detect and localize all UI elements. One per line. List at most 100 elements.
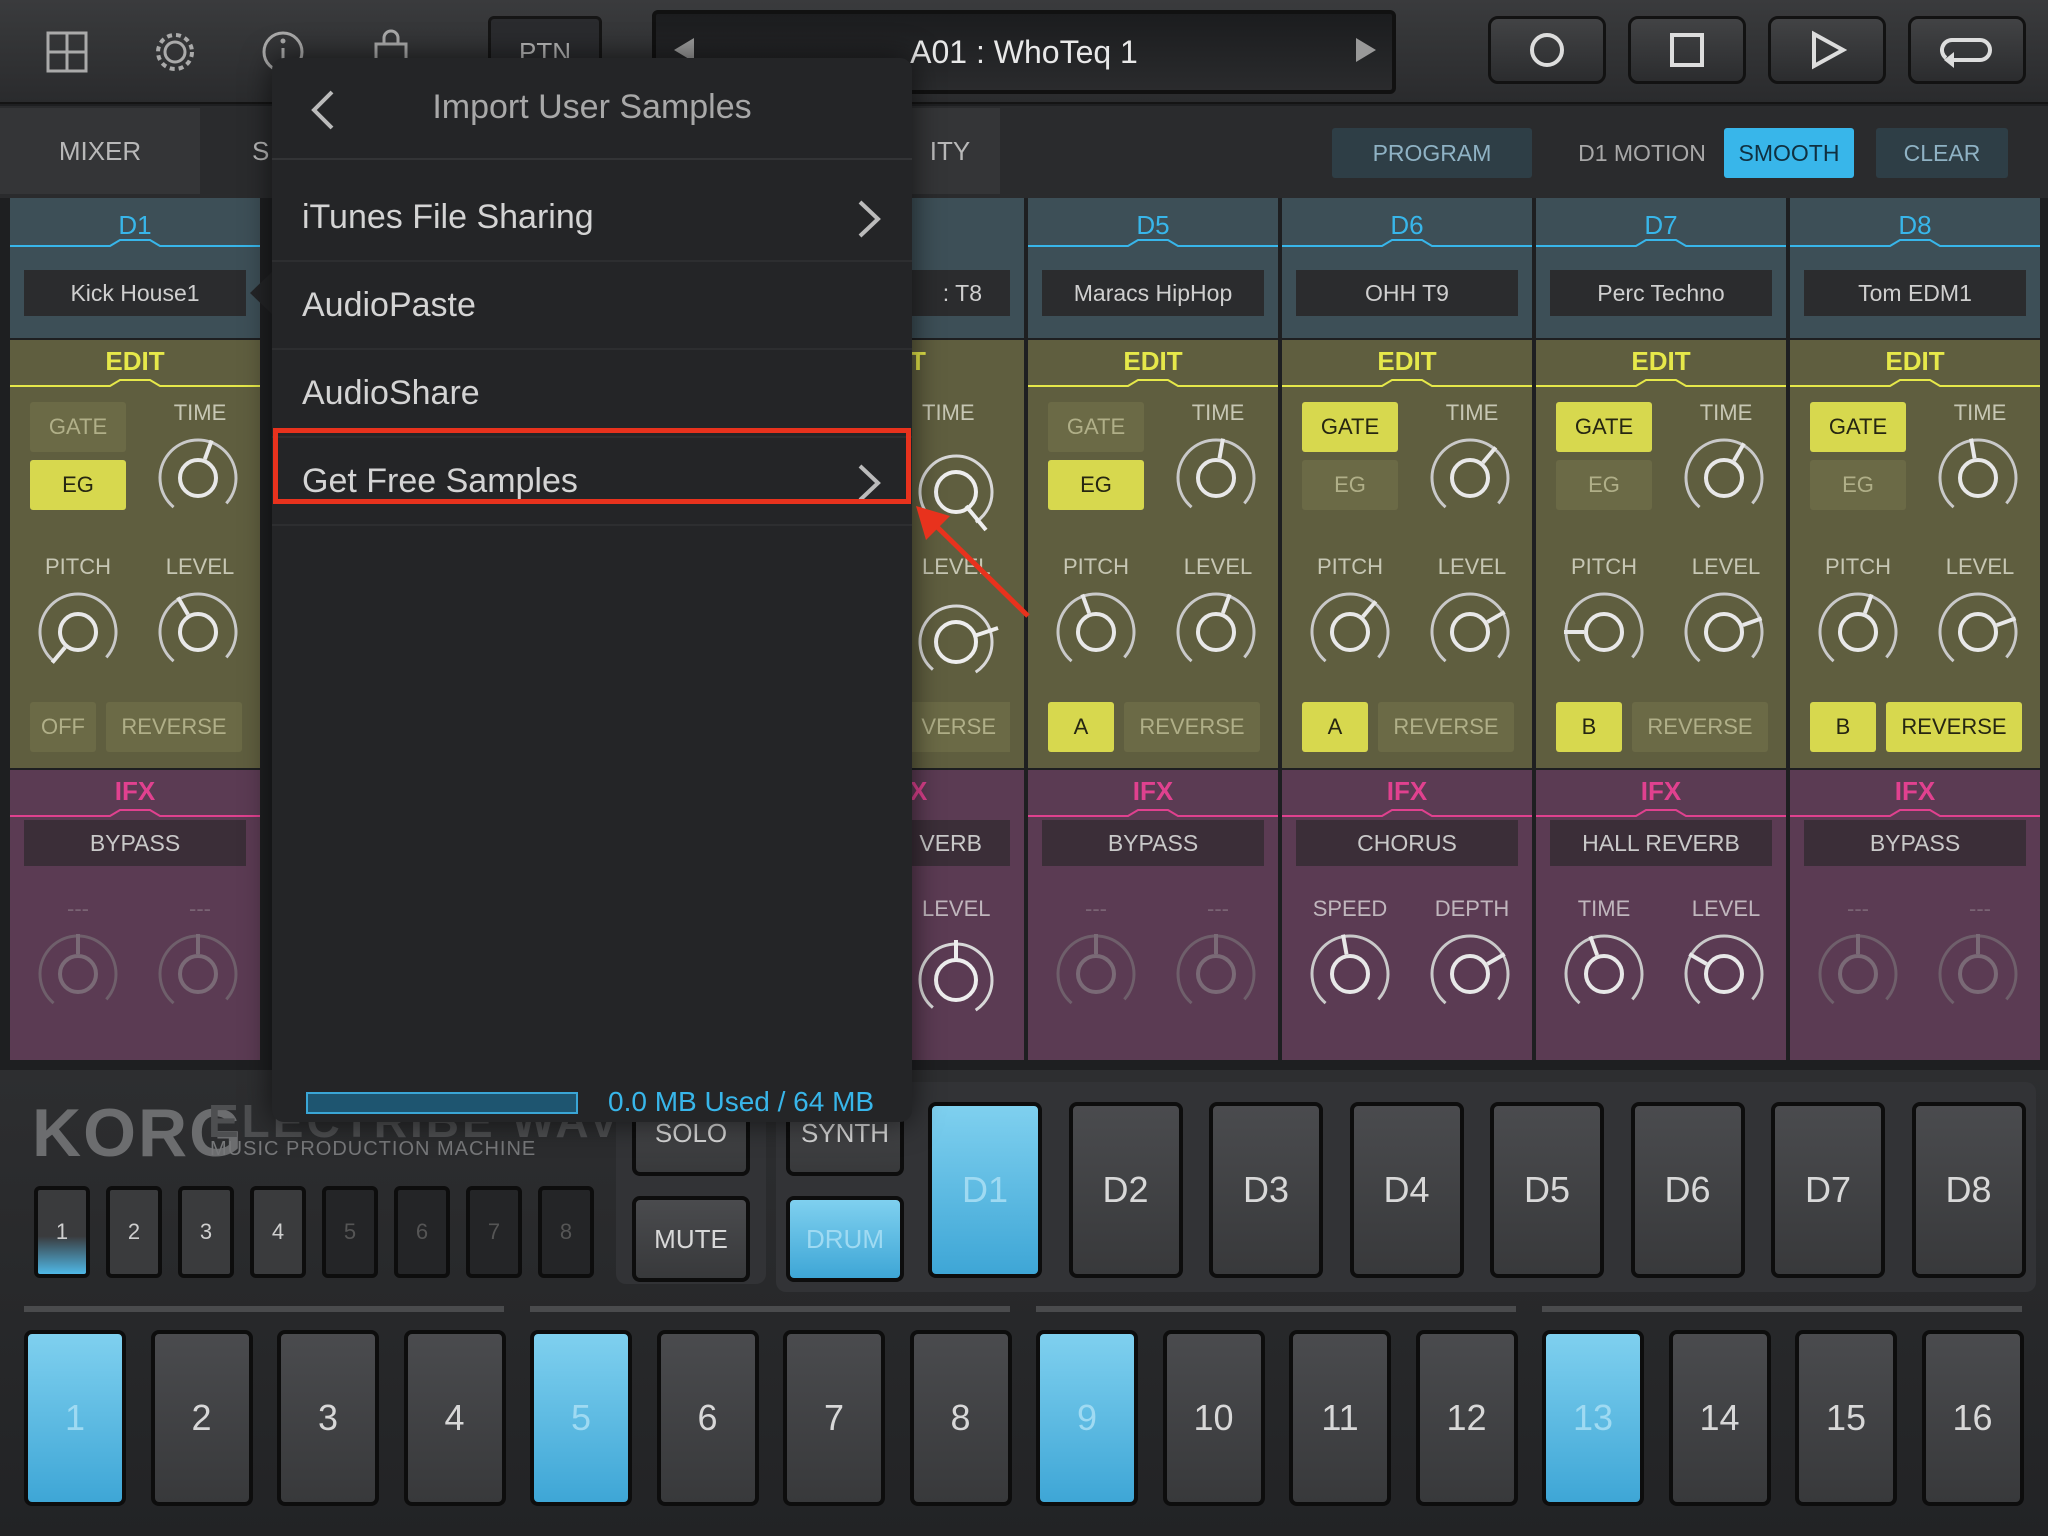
ifx-param1-knob[interactable]	[1050, 928, 1142, 1020]
part-button-4[interactable]: 4	[250, 1186, 306, 1278]
drum-pad-d2[interactable]: D2	[1068, 1102, 1183, 1278]
step-pad-15[interactable]: 15	[1795, 1330, 1897, 1506]
time-knob[interactable]	[1678, 432, 1770, 524]
drum-button[interactable]: DRUM	[786, 1196, 904, 1282]
time-knob[interactable]	[1170, 432, 1262, 524]
time-knob[interactable]	[152, 432, 244, 524]
reverse-button[interactable]: REVERSE	[1124, 702, 1260, 752]
program-button[interactable]: PROGRAM	[1332, 128, 1532, 178]
step-pad-10[interactable]: 10	[1162, 1330, 1265, 1506]
loop-button[interactable]	[1908, 16, 2026, 84]
step-pad-14[interactable]: 14	[1668, 1330, 1771, 1506]
eg-button[interactable]: EG	[30, 460, 126, 510]
level-knob[interactable]	[1170, 586, 1262, 678]
eg-button[interactable]: EG	[1556, 460, 1652, 510]
step-pad-6[interactable]: 6	[656, 1330, 759, 1506]
sample-select[interactable]: Kick House1	[24, 270, 246, 316]
reverse-button[interactable]: REVERSE	[106, 702, 242, 752]
tab-s-partial[interactable]: S	[200, 108, 280, 194]
ifx-param2-knob[interactable]	[152, 928, 244, 1020]
sample-select[interactable]: Maracs HipHop	[1042, 270, 1264, 316]
pitch-knob[interactable]	[1558, 586, 1650, 678]
ifx-param2-knob[interactable]	[1932, 928, 2024, 1020]
drum-pad-d7[interactable]: D7	[1771, 1102, 1885, 1278]
sample-select[interactable]: Tom EDM1	[1804, 270, 2026, 316]
menu-item-audioshare[interactable]: AudioShare	[272, 350, 912, 438]
mode-button[interactable]: A	[1048, 702, 1114, 752]
stop-button[interactable]	[1628, 16, 1746, 84]
eg-button[interactable]: EG	[1810, 460, 1906, 510]
ifx-param1-knob[interactable]	[1304, 928, 1396, 1020]
eg-button[interactable]: EG	[1048, 460, 1144, 510]
level-knob[interactable]	[152, 586, 244, 678]
mode-button[interactable]: OFF	[30, 702, 96, 752]
gate-button[interactable]: GATE	[1810, 402, 1906, 452]
drum-pad-d3[interactable]: D3	[1209, 1102, 1323, 1278]
menu-item-itunes-file-sharing[interactable]: iTunes File Sharing	[272, 174, 912, 262]
tab-mixer[interactable]: MIXER	[0, 108, 200, 194]
reverse-button[interactable]: REVERSE	[1632, 702, 1768, 752]
step-pad-2[interactable]: 2	[150, 1330, 253, 1506]
gear-icon[interactable]	[140, 17, 210, 87]
ifx-param1-knob[interactable]	[32, 928, 124, 1020]
drum-pad-d8[interactable]: D8	[1911, 1102, 2026, 1278]
step-pad-12[interactable]: 12	[1415, 1330, 1518, 1506]
part-button-8[interactable]: 8	[538, 1186, 594, 1278]
level-knob[interactable]	[1424, 586, 1516, 678]
ifx-param2-knob[interactable]	[1678, 928, 1770, 1020]
time-knob[interactable]	[1932, 432, 2024, 524]
tab-ity-partial[interactable]: ITY	[900, 108, 1000, 194]
part-button-6[interactable]: 6	[394, 1186, 450, 1278]
mode-button[interactable]: B	[1810, 702, 1876, 752]
ifx-level-knob-partial[interactable]	[910, 926, 1010, 1034]
time-knob[interactable]	[1424, 432, 1516, 524]
ifx-type-select[interactable]: BYPASS	[24, 820, 246, 866]
ifx-type-partial[interactable]: VERB	[910, 820, 1010, 866]
ifx-type-select[interactable]: BYPASS	[1042, 820, 1264, 866]
eg-button[interactable]: EG	[1302, 460, 1398, 510]
sample-select[interactable]: OHH T9	[1296, 270, 1518, 316]
part-button-7[interactable]: 7	[466, 1186, 522, 1278]
drum-pad-d6[interactable]: D6	[1630, 1102, 1745, 1278]
ifx-param1-knob[interactable]	[1812, 928, 1904, 1020]
ifx-param1-knob[interactable]	[1558, 928, 1650, 1020]
step-pad-16[interactable]: 16	[1921, 1330, 2024, 1506]
drum-pad-d4[interactable]: D4	[1349, 1102, 1464, 1278]
part-button-1[interactable]: 1	[34, 1186, 90, 1278]
clear-button[interactable]: CLEAR	[1876, 128, 2008, 178]
ifx-param2-knob[interactable]	[1170, 928, 1262, 1020]
grid-icon[interactable]	[32, 17, 102, 87]
step-pad-1[interactable]: 1	[24, 1330, 126, 1506]
drum-pad-d1[interactable]: D1	[928, 1102, 1042, 1278]
menu-item-audiopaste[interactable]: AudioPaste	[272, 262, 912, 350]
play-button[interactable]	[1768, 16, 1886, 84]
gate-button[interactable]: GATE	[1302, 402, 1398, 452]
mode-button[interactable]: A	[1302, 702, 1368, 752]
gate-button[interactable]: GATE	[1556, 402, 1652, 452]
level-knob[interactable]	[1932, 586, 2024, 678]
ifx-type-select[interactable]: HALL REVERB	[1550, 820, 1772, 866]
gate-button[interactable]: GATE	[30, 402, 126, 452]
ifx-type-select[interactable]: BYPASS	[1804, 820, 2026, 866]
pitch-knob[interactable]	[1812, 586, 1904, 678]
mode-button[interactable]: B	[1556, 702, 1622, 752]
step-pad-9[interactable]: 9	[1036, 1330, 1138, 1506]
ifx-param2-knob[interactable]	[1424, 928, 1516, 1020]
reverse-button[interactable]: REVERSE	[1378, 702, 1514, 752]
reverse-button[interactable]: REVERSE	[1886, 702, 2022, 752]
smooth-button[interactable]: SMOOTH	[1724, 128, 1854, 178]
pitch-knob[interactable]	[1050, 586, 1142, 678]
ifx-type-select[interactable]: CHORUS	[1296, 820, 1518, 866]
step-pad-7[interactable]: 7	[783, 1330, 885, 1506]
step-pad-4[interactable]: 4	[403, 1330, 506, 1506]
pitch-knob[interactable]	[1304, 586, 1396, 678]
part-button-5[interactable]: 5	[322, 1186, 378, 1278]
part-button-3[interactable]: 3	[178, 1186, 234, 1278]
step-pad-11[interactable]: 11	[1289, 1330, 1391, 1506]
step-pad-8[interactable]: 8	[909, 1330, 1012, 1506]
pitch-knob[interactable]	[32, 586, 124, 678]
step-pad-13[interactable]: 13	[1542, 1330, 1644, 1506]
gate-button[interactable]: GATE	[1048, 402, 1144, 452]
sample-select[interactable]: Perc Techno	[1550, 270, 1772, 316]
part-button-2[interactable]: 2	[106, 1186, 162, 1278]
